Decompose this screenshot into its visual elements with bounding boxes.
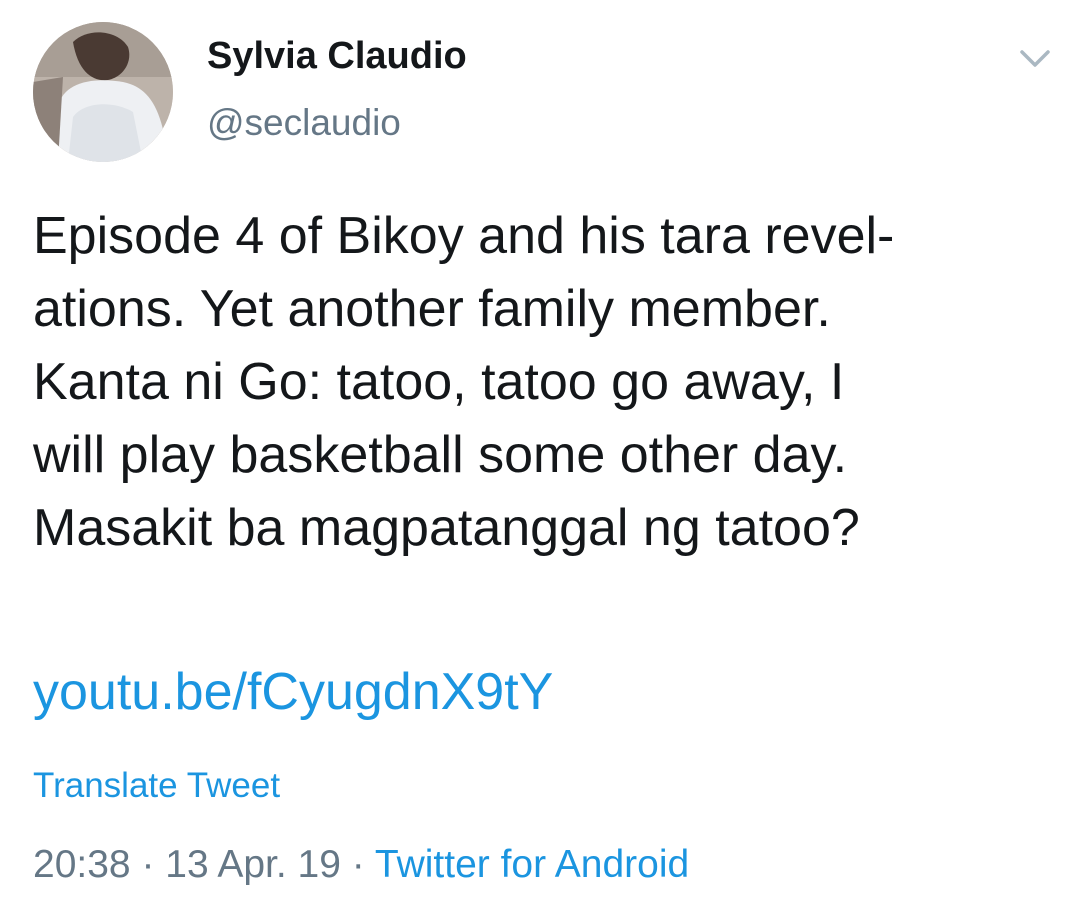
author-handle[interactable]: @seclaudio: [207, 102, 401, 144]
tweet-text-line: Masakit ba magpatanggal ng tatoo?: [33, 499, 860, 557]
meta-separator: ·: [130, 843, 166, 886]
tweet-text-line: Kanta ni Go: tatoo, tatoo go away, I: [33, 353, 845, 411]
translate-tweet-link[interactable]: Translate Tweet: [33, 766, 280, 806]
meta-separator: ·: [340, 843, 375, 886]
avatar[interactable]: [33, 22, 173, 162]
chevron-down-icon[interactable]: [1012, 40, 1058, 76]
tweet-date: 13 Apr. 19: [165, 843, 341, 886]
tweet-meta: 20:38 · 13 Apr. 19 · Twitter for Android: [33, 843, 689, 887]
author-display-name[interactable]: Sylvia Claudio: [207, 35, 467, 78]
tweet-text-line: will play basketball some other day.: [33, 426, 848, 484]
tweet-link[interactable]: youtu.be/fCyugdnX9tY: [33, 657, 553, 727]
tweet-time: 20:38: [33, 843, 131, 886]
tweet-text-line: Episode 4 of Bikoy and his tara revel-: [33, 207, 895, 265]
avatar-photo: [33, 22, 173, 162]
tweet-text-line: ations. Yet another family member.: [33, 280, 831, 338]
tweet-text: Episode 4 of Bikoy and his tara revel- a…: [33, 200, 1053, 565]
tweet-source-link[interactable]: Twitter for Android: [375, 843, 689, 886]
